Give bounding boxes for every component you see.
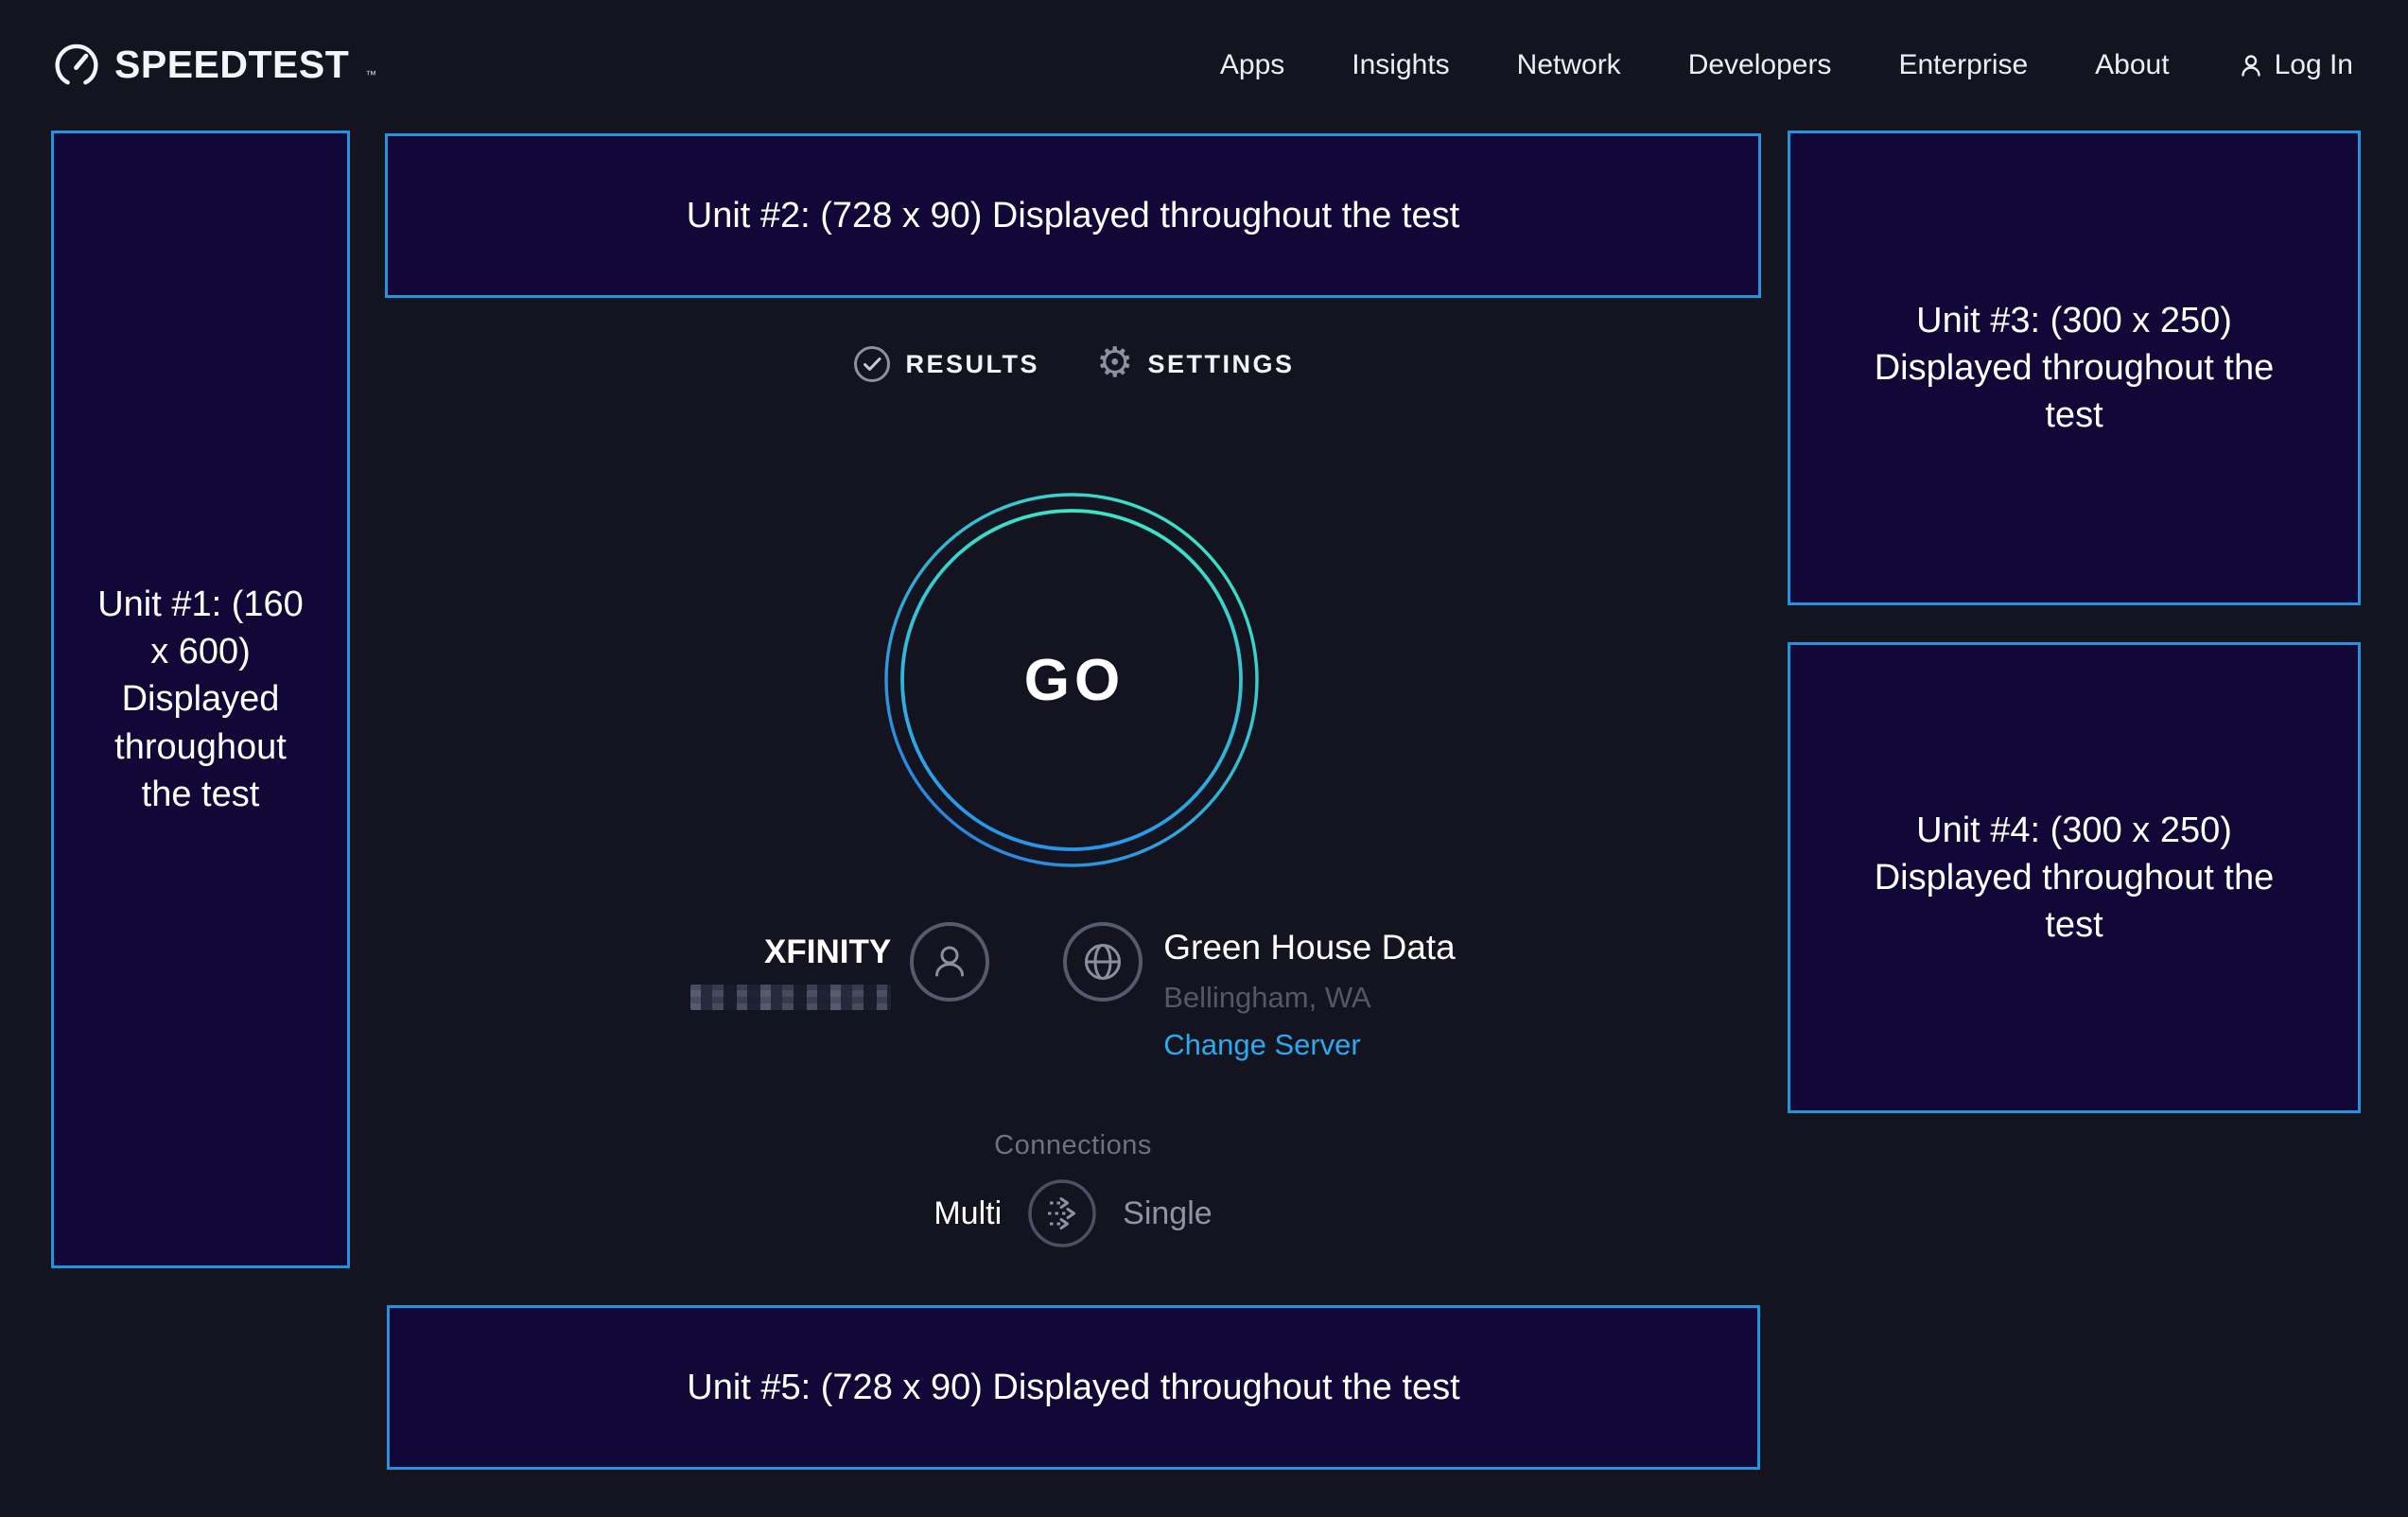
go-button-label: GO <box>882 491 1261 869</box>
server-info: Green House Data Bellingham, WA Change S… <box>1063 922 1456 1062</box>
nav-item-apps[interactable]: Apps <box>1220 49 1284 81</box>
nav-item-about[interactable]: About <box>2095 49 2169 81</box>
ad-unit-1[interactable]: Unit #1: (160 x 600) Displayed throughou… <box>51 131 350 1268</box>
speedtest-page: SPEEDTEST ™ Apps Insights Network Develo… <box>0 0 2408 1517</box>
user-icon <box>2237 51 2265 79</box>
redacted-ip-address <box>690 985 891 1010</box>
ad-unit-2[interactable]: Unit #2: (728 x 90) Displayed throughout… <box>385 133 1761 298</box>
server-name: Green House Data <box>1163 928 1456 968</box>
header: SPEEDTEST ™ Apps Insights Network Develo… <box>0 0 2408 130</box>
isp-name[interactable]: XFINITY <box>690 933 891 971</box>
nav-item-insights[interactable]: Insights <box>1352 49 1449 81</box>
multi-connections-arrows-icon <box>1026 1177 1098 1249</box>
tab-settings-label: SETTINGS <box>1147 350 1294 379</box>
ad-unit-5[interactable]: Unit #5: (728 x 90) Displayed throughout… <box>387 1305 1760 1470</box>
connection-mode-single[interactable]: Single <box>1123 1195 1213 1232</box>
ad-unit-label: Unit #5: (728 x 90) Displayed throughout… <box>687 1364 1459 1411</box>
connection-mode-multi[interactable]: Multi <box>934 1195 1002 1232</box>
isp-info: XFINITY <box>690 922 989 1010</box>
globe-icon <box>1063 922 1143 1002</box>
server-location: Bellingham, WA <box>1163 981 1456 1015</box>
login-label: Log In <box>2275 49 2353 81</box>
nav-item-developers[interactable]: Developers <box>1688 49 1832 81</box>
connections-label: Connections <box>385 1130 1761 1161</box>
tab-results-label: RESULTS <box>906 350 1040 379</box>
speedometer-icon <box>53 42 100 89</box>
connections-row: Multi Single <box>385 1177 1761 1249</box>
ad-unit-4[interactable]: Unit #4: (300 x 250) Displayed throughou… <box>1788 642 2361 1113</box>
go-button[interactable]: GO <box>882 491 1261 869</box>
ad-unit-3[interactable]: Unit #3: (300 x 250) Displayed throughou… <box>1788 131 2361 605</box>
ad-unit-label: Unit #2: (728 x 90) Displayed throughout… <box>687 192 1459 239</box>
logo[interactable]: SPEEDTEST ™ <box>53 42 376 89</box>
login-button[interactable]: Log In <box>2237 49 2353 81</box>
check-circle-icon <box>852 344 892 384</box>
gear-icon: ⚙ <box>1096 342 1133 384</box>
connection-toggle-button[interactable] <box>1026 1177 1098 1249</box>
isp-user-icon <box>910 922 989 1002</box>
nav-item-network[interactable]: Network <box>1517 49 1621 81</box>
server-text: Green House Data Bellingham, WA Change S… <box>1163 922 1456 1062</box>
tab-settings[interactable]: ⚙ SETTINGS <box>1096 345 1294 384</box>
tab-results[interactable]: RESULTS <box>852 344 1040 384</box>
change-server-link[interactable]: Change Server <box>1163 1028 1361 1062</box>
main-nav: Apps Insights Network Developers Enterpr… <box>1220 49 2353 81</box>
logo-trademark: ™ <box>365 68 376 81</box>
main-column: Unit #2: (728 x 90) Displayed throughout… <box>385 130 1761 1517</box>
isp-text: XFINITY <box>690 922 891 1010</box>
ad-unit-label: Unit #4: (300 x 250) Displayed throughou… <box>1847 807 2301 949</box>
test-meta-row: XFINITY <box>385 922 1761 1062</box>
nav-item-enterprise[interactable]: Enterprise <box>1898 49 2028 81</box>
ad-unit-label: Unit #1: (160 x 600) Displayed throughou… <box>89 581 312 818</box>
logo-text: SPEEDTEST <box>114 43 349 87</box>
tabs-bar: RESULTS ⚙ SETTINGS <box>385 342 1761 386</box>
ad-unit-label: Unit #3: (300 x 250) Displayed throughou… <box>1847 297 2301 439</box>
